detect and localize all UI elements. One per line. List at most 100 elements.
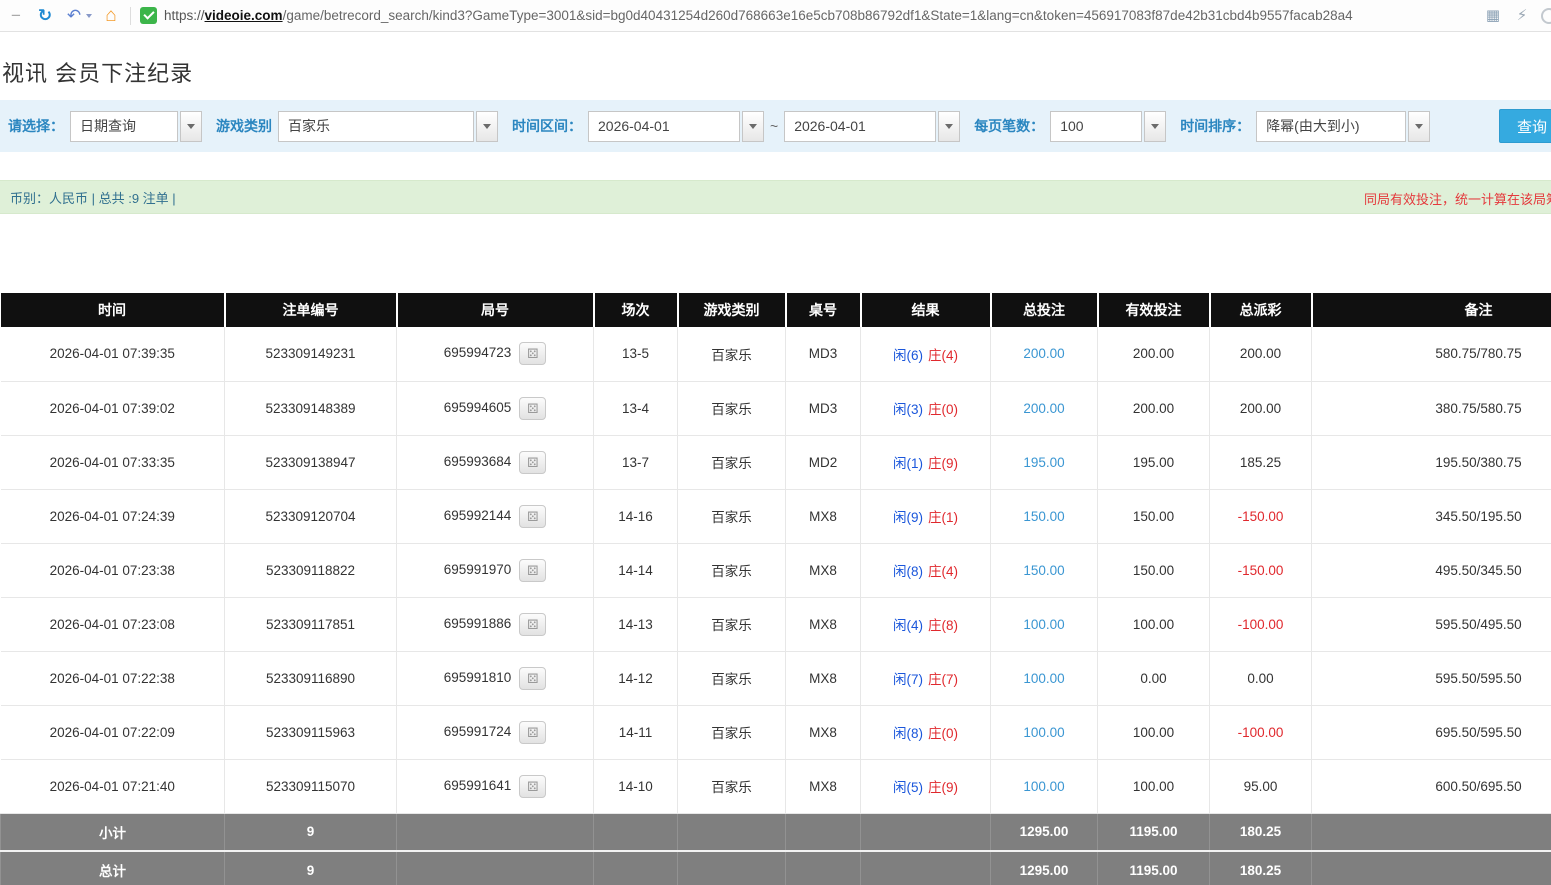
total-bet-link[interactable]: 200.00 [1023, 401, 1064, 416]
cell-round: 695991970⚄ [397, 543, 594, 597]
cell-round: 695991886⚄ [397, 597, 594, 651]
round-number: 695991810 [444, 670, 512, 685]
refresh-icon[interactable]: ↻ [35, 6, 55, 26]
cell-bet-id: 523309116890 [225, 651, 397, 705]
total-empty [786, 851, 861, 885]
search-button[interactable]: 查询 [1499, 109, 1551, 143]
lightning-icon[interactable]: ⚡ [1512, 6, 1532, 26]
query-type-dropdown-button[interactable] [180, 111, 202, 142]
round-video-button[interactable]: ⚄ [519, 775, 546, 798]
sort-order-combobox[interactable]: 降幂(由大到小) [1256, 111, 1430, 142]
round-video-button[interactable]: ⚄ [519, 559, 546, 582]
sort-order-value[interactable]: 降幂(由大到小) [1256, 111, 1406, 142]
col-header-game-type: 游戏类别 [678, 293, 786, 327]
cell-time: 2026-04-01 07:24:39 [1, 489, 225, 543]
cell-round: 695994723 ⚄ [397, 327, 594, 381]
status-summary: 币别：人民币 | 总共 :9 注单 | [10, 188, 176, 207]
chevron-down-icon [749, 124, 757, 129]
col-header-payout: 总派彩 [1210, 293, 1312, 327]
sort-order-dropdown-button[interactable] [1408, 111, 1430, 142]
cell-total-bet: 100.00 [991, 651, 1098, 705]
query-type-combobox[interactable]: 日期查询 [70, 111, 202, 142]
round-video-button[interactable]: ⚄ [519, 397, 546, 420]
cell-session: 14-14 [594, 543, 678, 597]
total-bet-link[interactable]: 100.00 [1023, 725, 1064, 740]
cell-table-no: MD3 [786, 381, 861, 435]
total-bet-link[interactable]: 200.00 [1023, 346, 1064, 361]
cell-result: 闲(3)庄(0) [861, 381, 991, 435]
col-header-total-bet: 总投注 [991, 293, 1098, 327]
round-video-button[interactable]: ⚄ [519, 613, 546, 636]
dice-icon: ⚄ [527, 456, 538, 469]
table-row: 2026-04-01 07:22:38 523309116890 6959918… [1, 651, 1551, 705]
dice-icon: ⚄ [527, 347, 538, 360]
subtotal-empty [678, 813, 786, 851]
date-to-picker[interactable]: 2026-04-01 [784, 111, 960, 142]
total-bet-link[interactable]: 100.00 [1023, 617, 1064, 632]
game-type-label: 游戏类别 [216, 116, 272, 136]
round-video-button[interactable]: ⚄ [519, 342, 546, 365]
subtotal-empty [397, 813, 594, 851]
round-number: 695994605 [444, 400, 512, 415]
cell-bet-id: 523309115963 [225, 705, 397, 759]
banker-result: 庄(4) [928, 564, 958, 579]
total-bet-link[interactable]: 195.00 [1023, 455, 1064, 470]
round-number: 695994723 [444, 345, 512, 360]
query-type-label: 请选择： [8, 116, 64, 136]
game-type-combobox[interactable]: 百家乐 [278, 111, 498, 142]
cell-total-bet: 195.00 [991, 435, 1098, 489]
cell-remark: 580.75/780.75 [1312, 327, 1551, 381]
filter-bar: 请选择： 日期查询 游戏类别 百家乐 时间区间： 2026-04-01 ~ 20… [0, 100, 1551, 152]
cell-game-type: 百家乐 [678, 759, 786, 813]
cell-time: 2026-04-01 07:23:08 [1, 597, 225, 651]
subtotal-row: 小计 9 1295.00 1195.00 180.25 [1, 813, 1551, 851]
back-icon[interactable]: − [6, 6, 26, 26]
total-bet-link[interactable]: 100.00 [1023, 671, 1064, 686]
date-from-value[interactable]: 2026-04-01 [588, 111, 740, 142]
extensions-grid-icon[interactable]: ▦ [1483, 6, 1503, 26]
cell-round: 695991724 ⚄ [397, 705, 594, 759]
cell-remark: 345.50/195.50 [1312, 489, 1551, 543]
round-video-button[interactable]: ⚄ [519, 667, 546, 690]
cell-game-type: 百家乐 [678, 489, 786, 543]
cell-time: 2026-04-01 07:39:02 [1, 381, 225, 435]
cell-table-no: MX8 [786, 705, 861, 759]
total-bet-link[interactable]: 150.00 [1023, 563, 1064, 578]
cell-bet-id: 523309148389 [225, 381, 397, 435]
total-bet-link[interactable]: 150.00 [1023, 509, 1064, 524]
status-notice: 同局有效投注，统一计算在该局筹 [1364, 181, 1551, 215]
cell-payout: 185.25 [1210, 435, 1312, 489]
page-size-combobox[interactable]: 100 [1050, 111, 1166, 142]
page-size-dropdown-button[interactable] [1144, 111, 1166, 142]
total-bet-link[interactable]: 100.00 [1023, 779, 1064, 794]
page-title: 视讯 会员下注纪录 [0, 32, 1551, 100]
table-row: 2026-04-01 07:22:09 523309115963 6959917… [1, 705, 1551, 759]
date-from-picker[interactable]: 2026-04-01 [588, 111, 764, 142]
table-row: 2026-04-01 07:21:40 523309115070 6959916… [1, 759, 1551, 813]
table-row: 2026-04-01 07:39:35 523309149231 6959947… [1, 327, 1551, 381]
total-total-bet: 1295.00 [991, 851, 1098, 885]
date-from-dropdown-button[interactable] [742, 111, 764, 142]
chevron-down-icon [945, 124, 953, 129]
query-type-value[interactable]: 日期查询 [70, 111, 178, 142]
page-url[interactable]: https://videoie.com/game/betrecord_searc… [164, 8, 1353, 23]
dice-icon: ⚄ [527, 780, 538, 793]
cell-payout: -100.00 [1210, 705, 1312, 759]
undo-button[interactable]: ↶ [64, 6, 92, 26]
browser-menu-icon[interactable] [1541, 8, 1551, 24]
game-type-value[interactable]: 百家乐 [278, 111, 474, 142]
round-video-button[interactable]: ⚄ [519, 505, 546, 528]
game-type-dropdown-button[interactable] [476, 111, 498, 142]
round-number: 695992144 [444, 508, 512, 523]
date-to-dropdown-button[interactable] [938, 111, 960, 142]
cell-session: 13-7 [594, 435, 678, 489]
round-number: 695991724 [444, 724, 512, 739]
round-video-button[interactable]: ⚄ [519, 721, 546, 744]
round-video-button[interactable]: ⚄ [519, 451, 546, 474]
date-to-value[interactable]: 2026-04-01 [784, 111, 936, 142]
page-size-value[interactable]: 100 [1050, 111, 1142, 142]
address-bar[interactable]: https://videoie.com/game/betrecord_searc… [140, 7, 1474, 24]
undo-dropdown-arrow-icon[interactable] [86, 14, 92, 18]
home-icon[interactable]: ⌂ [101, 6, 121, 26]
cell-table-no: MD2 [786, 435, 861, 489]
